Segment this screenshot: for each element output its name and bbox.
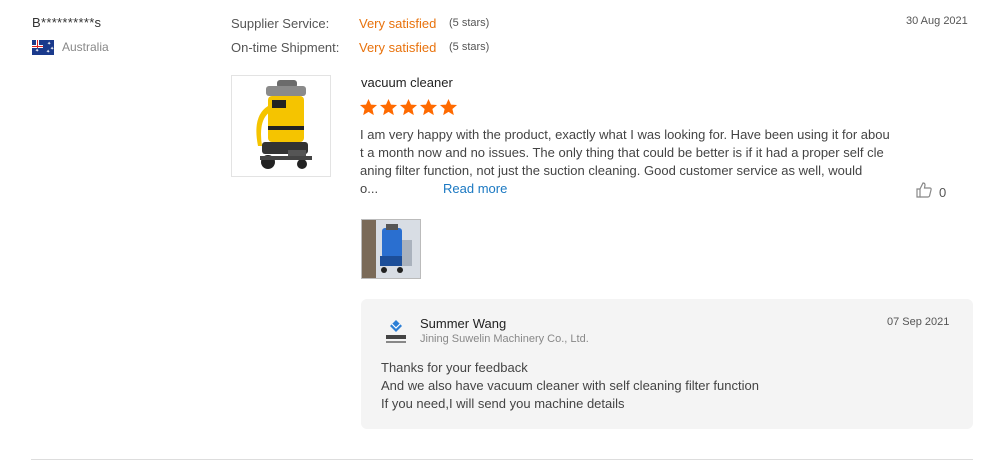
reviewer-name: B**********s: [32, 15, 102, 30]
ontime-shipment-value: Very satisfied: [359, 40, 437, 55]
ontime-shipment-stars: (5 stars): [449, 41, 490, 53]
reply-text-line: Thanks for your feedback: [381, 360, 528, 375]
supplier-service-stars: (5 stars): [449, 17, 490, 29]
review-text-line: t a month now and no issues. The only th…: [360, 145, 884, 160]
like-count: 0: [939, 185, 947, 200]
reply-text-line: If you need,I will send you machine deta…: [381, 396, 625, 411]
supplier-service-label: Supplier Service:: [231, 16, 330, 31]
ontime-shipment-label: On-time Shipment:: [231, 40, 340, 55]
reviewer-country: Australia: [62, 40, 109, 54]
star-icon: [419, 98, 438, 116]
supplier-service-value: Very satisfied: [359, 16, 437, 31]
review-photo[interactable]: [361, 219, 421, 279]
star-icon: [379, 98, 398, 116]
star-icon: [439, 98, 458, 116]
company-logo-icon: [382, 318, 410, 346]
read-more-link[interactable]: Read more: [443, 181, 507, 196]
reply-text-line: And we also have vacuum cleaner with sel…: [381, 378, 759, 393]
like-button[interactable]: 0: [915, 181, 946, 204]
review-text-line: I am very happy with the product, exactl…: [360, 127, 890, 142]
star-icon: [399, 98, 418, 116]
thumbs-up-icon: [915, 181, 933, 204]
reply-date: 07 Sep 2021: [887, 316, 950, 328]
review-star-rating: [359, 98, 458, 117]
australia-flag-icon: ✦ ✦ ✦ ✦: [32, 40, 54, 55]
reply-company-name: Jining Suwelin Machinery Co., Ltd.: [420, 333, 589, 345]
review-text-line: aning filter function, not just the suct…: [360, 163, 863, 178]
reply-author-name: Summer Wang: [420, 316, 507, 331]
review-date: 30 Aug 2021: [906, 15, 968, 27]
product-title[interactable]: vacuum cleaner: [361, 75, 453, 90]
product-thumbnail[interactable]: [231, 75, 331, 177]
star-icon: [359, 98, 378, 116]
